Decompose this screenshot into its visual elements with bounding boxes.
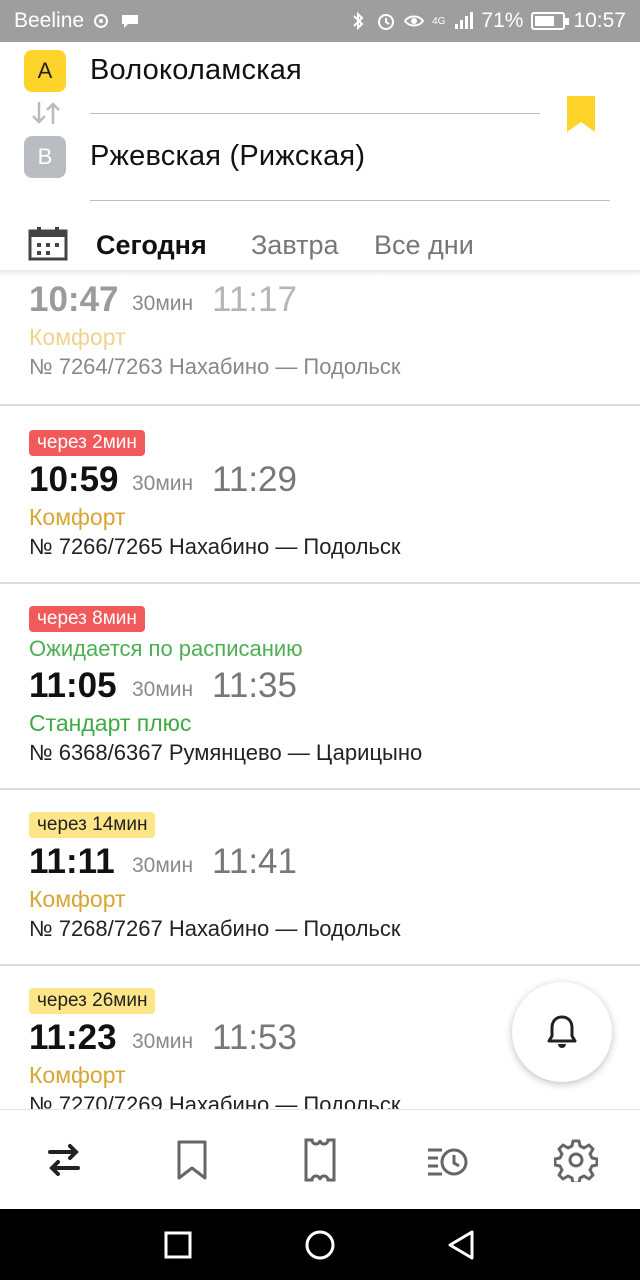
to-station-field[interactable]: Ржевская (Рижская) <box>90 140 365 173</box>
battery-icon <box>531 12 570 30</box>
bell-icon <box>547 1015 577 1048</box>
day-tabs: Сегодня Завтра Все дни <box>0 212 640 272</box>
train-class: Стандарт плюс <box>29 710 192 736</box>
from-station-field[interactable]: Волоколамская <box>90 54 302 87</box>
train-route: № 6368/6367 Румянцево — Царицыно <box>29 740 423 765</box>
chat-icon <box>122 15 139 28</box>
schedule-status: Ожидается по расписанию <box>29 636 303 661</box>
calendar-icon[interactable] <box>28 227 68 261</box>
departure-time: 11:05 <box>29 666 117 705</box>
history-icon[interactable] <box>426 1138 470 1182</box>
countdown-badge: через 2мин <box>29 430 145 456</box>
swap-stations-icon[interactable] <box>30 100 62 126</box>
routes-icon[interactable] <box>42 1138 86 1182</box>
train-item[interactable]: через 14мин 11:11 30мин 11:41 Комфорт № … <box>0 790 640 966</box>
battery-percent: 71% <box>481 9 524 32</box>
system-navigation-bar <box>0 1209 640 1280</box>
bluetooth-icon <box>353 11 364 31</box>
tab-all-days[interactable]: Все дни <box>374 230 474 261</box>
trip-duration: 30мин <box>132 678 194 701</box>
train-class: Комфорт <box>29 324 126 350</box>
trip-duration: 30мин <box>132 1030 194 1053</box>
arrival-time: 11:29 <box>212 460 297 499</box>
arrival-time: 11:17 <box>212 280 297 319</box>
tab-today[interactable]: Сегодня <box>96 230 207 261</box>
eye-icon <box>404 15 425 27</box>
network-type: 4G <box>432 15 446 27</box>
arrival-time: 11:41 <box>212 842 297 881</box>
alarm-icon <box>378 14 395 30</box>
train-item[interactable]: через 2мин 10:59 30мин 11:29 Комфорт № 7… <box>0 406 640 584</box>
departure-time: 10:47 <box>29 280 119 319</box>
countdown-badge: через 8мин <box>29 606 145 632</box>
arrival-time: 11:53 <box>212 1018 297 1057</box>
home-icon[interactable] <box>304 1229 336 1261</box>
trip-duration: 30мин <box>132 292 194 315</box>
countdown-badge: через 14мин <box>29 812 156 838</box>
route-header: A B Волоколамская Ржевская (Рижская) Сег… <box>0 42 640 272</box>
divider <box>90 113 540 114</box>
train-class: Комфорт <box>29 504 126 530</box>
trains-list: 10:47 30мин 11:17 Комфорт № 7264/7263 На… <box>0 272 640 1109</box>
recents-icon[interactable] <box>162 1229 194 1261</box>
point-a-badge[interactable]: A <box>24 50 66 92</box>
train-class: Комфорт <box>29 1062 126 1088</box>
divider <box>90 200 610 201</box>
notifications-button[interactable] <box>512 982 612 1082</box>
train-route: № 7266/7265 Нахабино — Подольск <box>29 534 401 559</box>
battery-level <box>535 16 554 26</box>
bookmark-icon[interactable] <box>170 1138 214 1182</box>
nfc-icon <box>94 14 109 28</box>
tab-tomorrow[interactable]: Завтра <box>251 230 338 261</box>
arrival-time: 11:35 <box>212 666 297 705</box>
train-class: Комфорт <box>29 886 126 912</box>
ticket-icon[interactable] <box>298 1138 342 1182</box>
back-icon[interactable] <box>446 1229 478 1261</box>
signal-icon <box>455 12 474 29</box>
settings-icon[interactable] <box>554 1138 598 1182</box>
train-item[interactable]: через 8мин Ожидается по расписанию 11:05… <box>0 584 640 790</box>
train-route: № 7264/7263 Нахабино — Подольск <box>29 354 401 379</box>
train-item[interactable]: 10:47 30мин 11:17 Комфорт № 7264/7263 На… <box>0 272 640 406</box>
point-b-badge[interactable]: B <box>24 136 66 178</box>
bookmark-icon[interactable] <box>565 94 597 134</box>
train-route: № 7268/7267 Нахабино — Подольск <box>29 916 401 941</box>
trip-duration: 30мин <box>132 472 194 495</box>
carrier-name: Beeline <box>14 9 85 32</box>
departure-time: 11:23 <box>29 1018 117 1057</box>
clock: 10:57 <box>573 9 626 32</box>
countdown-badge: через 26мин <box>29 988 156 1014</box>
train-route: № 7270/7269 Нахабино — Подольск <box>29 1092 401 1109</box>
departure-time: 11:11 <box>29 842 115 881</box>
status-bar: Beeline 4G 71% 10:57 <box>0 0 640 42</box>
header-shadow <box>0 270 640 276</box>
departure-time: 10:59 <box>29 460 119 499</box>
trip-duration: 30мин <box>132 854 194 877</box>
bottom-navigation <box>0 1109 640 1209</box>
